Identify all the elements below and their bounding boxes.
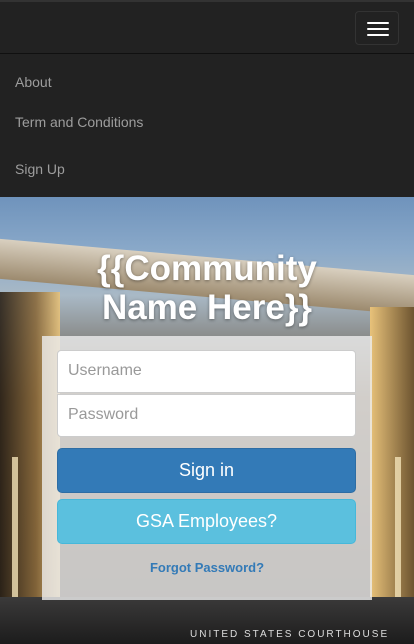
hamburger-icon [367, 22, 389, 24]
menu-toggle-button[interactable] [355, 11, 399, 45]
title-line-1: {{Community [97, 249, 317, 288]
nav-link-sign-up[interactable]: Sign Up [15, 161, 65, 177]
gsa-employees-button[interactable]: GSA Employees? [57, 499, 356, 544]
building-right-wing [370, 307, 414, 607]
hamburger-icon-bar [367, 28, 389, 30]
navbar-header [0, 2, 414, 54]
sign-in-button[interactable]: Sign in [57, 448, 356, 493]
username-input[interactable]: Username [57, 350, 356, 393]
hamburger-icon-bar [367, 34, 389, 36]
title-line-2: Name Here}} [101, 288, 313, 327]
login-panel: Username Password Sign in GSA Employees?… [42, 336, 372, 600]
nav-link-terms[interactable]: Term and Conditions [15, 114, 143, 130]
password-input[interactable]: Password [57, 394, 356, 437]
forgot-password-link[interactable]: Forgot Password? [42, 560, 372, 575]
hero-background: UNITED STATES COURTHOUSE {{Community Nam… [0, 197, 414, 644]
nav-link-about[interactable]: About [15, 74, 52, 90]
navbar: About Term and Conditions Sign Up [0, 0, 414, 197]
page-title: {{Community Name Here}} [0, 249, 414, 327]
courthouse-sign: UNITED STATES COURTHOUSE [190, 629, 390, 640]
